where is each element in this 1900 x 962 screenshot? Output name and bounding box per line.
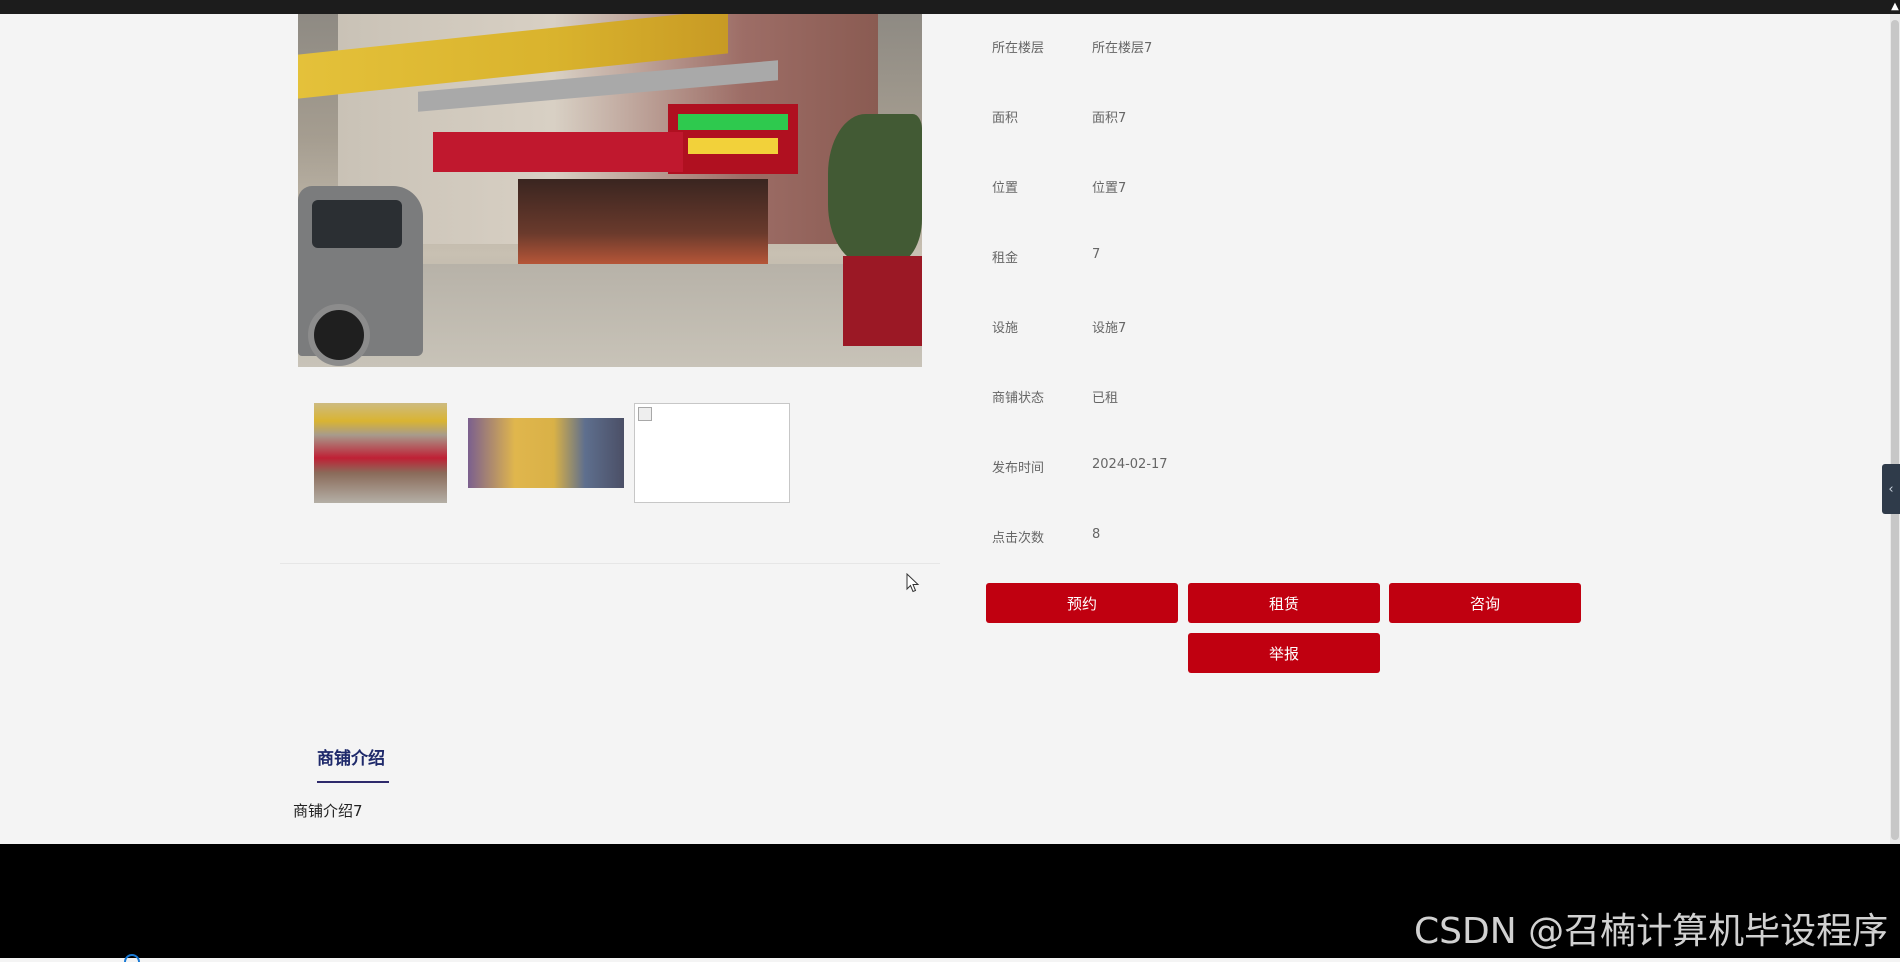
scroll-up-arrow-icon[interactable]: ▲ — [1890, 0, 1900, 14]
attr-value-rent: 7 — [1092, 247, 1101, 262]
attr-label-area: 面积 — [992, 111, 1019, 126]
report-button[interactable]: 举报 — [1188, 633, 1380, 673]
broken-image-icon — [638, 407, 652, 421]
chevron-left-icon: ‹ — [1888, 481, 1894, 497]
rent-button[interactable]: 租赁 — [1188, 583, 1380, 623]
side-panel-toggle[interactable]: ‹ — [1882, 464, 1900, 514]
shop-main-photo — [298, 14, 922, 367]
browser-top-bar — [0, 0, 1900, 14]
attr-label-location: 位置 — [992, 181, 1019, 196]
attr-value-area: 面积7 — [1092, 111, 1127, 126]
attr-label-floor: 所在楼层 — [992, 41, 1045, 56]
tab-shop-intro[interactable]: 商铺介绍 — [317, 744, 385, 769]
attr-value-facilities: 设施7 — [1092, 321, 1127, 336]
consult-button[interactable]: 咨询 — [1389, 583, 1581, 623]
attr-value-location: 位置7 — [1092, 181, 1127, 196]
tab-active-underline — [317, 781, 389, 783]
shop-intro-text: 商铺介绍7 — [293, 802, 363, 820]
attr-value-clicks: 8 — [1092, 527, 1101, 542]
attr-value-status: 已租 — [1092, 391, 1119, 406]
gallery-thumbnail-1[interactable] — [314, 403, 447, 503]
gallery-thumbnail-2[interactable] — [468, 418, 624, 488]
attr-value-publish-time: 2024-02-17 — [1092, 457, 1168, 472]
attr-label-clicks: 点击次数 — [992, 531, 1045, 546]
csdn-watermark: CSDN @召楠计算机毕设程序 — [1414, 911, 1889, 952]
scrollbar-thumb[interactable] — [1891, 20, 1899, 840]
gallery-divider — [280, 563, 940, 564]
attr-label-status: 商铺状态 — [992, 391, 1045, 406]
mouse-cursor-icon — [906, 573, 920, 593]
gallery-thumbnail-3[interactable] — [634, 403, 790, 503]
attr-value-floor: 所在楼层7 — [1092, 41, 1153, 56]
attr-label-facilities: 设施 — [992, 321, 1019, 336]
reserve-button[interactable]: 预约 — [986, 583, 1178, 623]
attr-label-publish-time: 发布时间 — [992, 461, 1045, 476]
attr-label-rent: 租金 — [992, 251, 1019, 266]
